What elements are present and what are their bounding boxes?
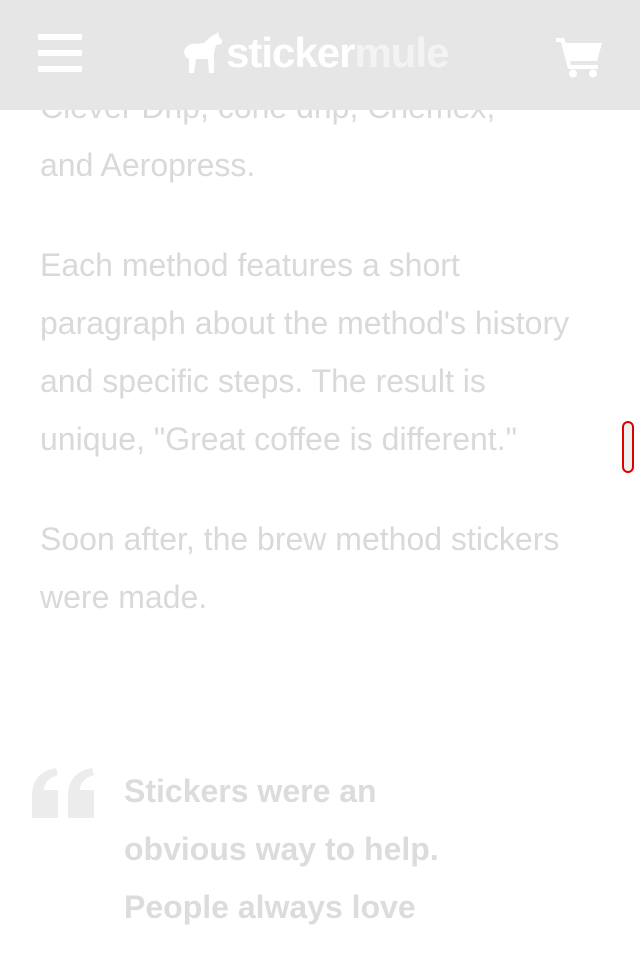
logo-wordmark: stickermule	[226, 28, 449, 78]
mule-icon	[184, 32, 223, 73]
page: Clever Drip, cone drip, Chemex, and Aero…	[0, 0, 640, 959]
logo-text-mule: mule	[354, 29, 449, 76]
pull-quote-text: Stickers were an obvious way to help. Pe…	[124, 773, 439, 925]
hamburger-menu-icon[interactable]	[38, 34, 82, 72]
stickermule-logo[interactable]: stickermule	[180, 28, 449, 78]
article-body: Clever Drip, cone drip, Chemex, and Aero…	[40, 78, 580, 668]
logo-text-sticker: sticker	[226, 29, 355, 76]
site-header: stickermule	[0, 0, 640, 110]
article-paragraph-2: Each method features a short paragraph a…	[40, 247, 570, 457]
side-drag-handle[interactable]	[622, 421, 634, 473]
article-paragraph-3: Soon after, the brew method stickers wer…	[40, 521, 560, 615]
quote-mark-icon	[32, 768, 94, 818]
article-paragraph-1-end: and Aeropress.	[40, 147, 256, 183]
shopping-cart-icon[interactable]	[556, 34, 604, 78]
